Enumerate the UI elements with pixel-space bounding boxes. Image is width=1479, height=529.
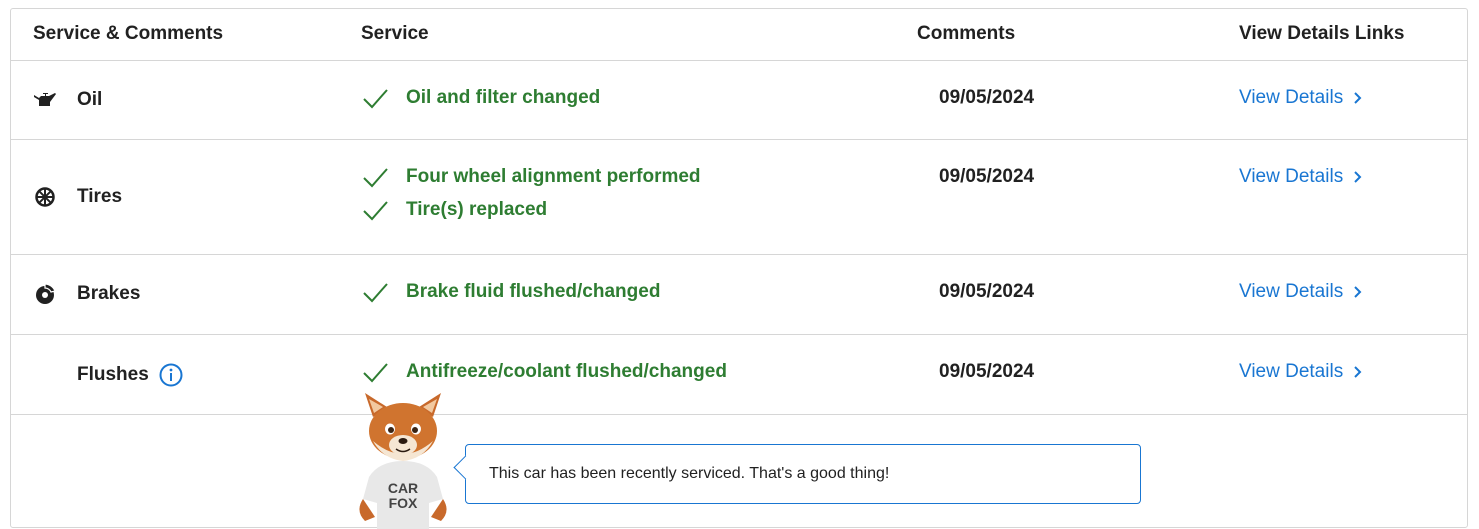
checkmark-icon: [363, 168, 388, 188]
category-oil: Oil: [33, 89, 102, 111]
view-details-link-tires[interactable]: View Details: [1239, 166, 1363, 188]
speech-bubble-message: This car has been recently serviced. Tha…: [489, 465, 890, 482]
view-details-link-flushes[interactable]: View Details: [1239, 361, 1363, 383]
view-details-label: View Details: [1239, 281, 1344, 302]
speech-bubble: This car has been recently serviced. Tha…: [465, 444, 1141, 504]
category-label: Flushes: [77, 364, 149, 385]
view-details-label: View Details: [1239, 166, 1344, 187]
service-date: 09/05/2024: [939, 361, 1035, 382]
view-details-label: View Details: [1239, 87, 1344, 108]
service-text: Antifreeze/coolant flushed/changed: [406, 361, 727, 382]
info-icon[interactable]: [159, 363, 183, 387]
service-text: Brake fluid flushed/changed: [406, 281, 661, 302]
category-tires: Tires: [33, 186, 122, 208]
checkmark-icon: [363, 89, 388, 109]
table-row-flushes: Flushes Antifreeze/coolant flushed/chang…: [11, 335, 1467, 415]
header-view-details-links: View Details Links: [1239, 23, 1405, 44]
chevron-right-icon: [1354, 171, 1362, 183]
category-label: Oil: [77, 89, 103, 110]
service-item: Oil and filter changed: [361, 87, 600, 109]
service-item: Brake fluid flushed/changed: [361, 281, 660, 303]
category-flushes: Flushes: [77, 363, 183, 387]
chevron-right-icon: [1354, 92, 1362, 104]
category-brakes: Brakes: [33, 283, 140, 305]
header-service: Service: [361, 23, 429, 44]
chevron-right-icon: [1354, 366, 1362, 378]
view-details-link-oil[interactable]: View Details: [1239, 87, 1363, 109]
checkmark-icon: [363, 283, 388, 303]
service-text: Tire(s) replaced: [406, 199, 548, 220]
mascot-shirt-text-line2: FOX: [389, 495, 418, 511]
table-row-tires: Tires Four wheel alignment performed Tir…: [11, 140, 1467, 255]
service-item: Antifreeze/coolant flushed/changed: [361, 361, 727, 383]
chevron-right-icon: [1354, 286, 1362, 298]
table-row-oil: Oil Oil and filter changed 09/05/2024 Vi…: [11, 61, 1467, 140]
carfox-mascot-icon: CAR FOX: [359, 393, 447, 529]
service-text: Four wheel alignment performed: [406, 166, 701, 187]
service-date: 09/05/2024: [939, 281, 1035, 302]
tire-icon: [33, 186, 57, 208]
service-item: Four wheel alignment performed: [361, 166, 701, 188]
oil-can-icon: [33, 89, 57, 111]
checkmark-icon: [363, 363, 388, 383]
view-details-label: View Details: [1239, 361, 1344, 382]
category-label: Brakes: [77, 283, 141, 304]
table-row-brakes: Brakes Brake fluid flushed/changed 09/05…: [11, 255, 1467, 335]
service-item: Tire(s) replaced: [361, 199, 547, 221]
view-details-link-brakes[interactable]: View Details: [1239, 281, 1363, 303]
table-header: Service & Comments Service Comments View…: [11, 9, 1467, 61]
brake-disc-icon: [33, 283, 57, 305]
header-service-comments: Service & Comments: [33, 23, 224, 44]
service-date: 09/05/2024: [939, 87, 1035, 108]
service-text: Oil and filter changed: [406, 87, 601, 108]
category-label: Tires: [77, 186, 123, 207]
mascot-shirt-text-line1: CAR: [388, 480, 418, 496]
service-date: 09/05/2024: [939, 166, 1035, 187]
checkmark-icon: [363, 201, 388, 221]
header-comments: Comments: [917, 23, 1016, 44]
table-footer: CAR FOX This car has been recently servi…: [11, 393, 1467, 529]
service-history-table: Service & Comments Service Comments View…: [10, 8, 1468, 529]
